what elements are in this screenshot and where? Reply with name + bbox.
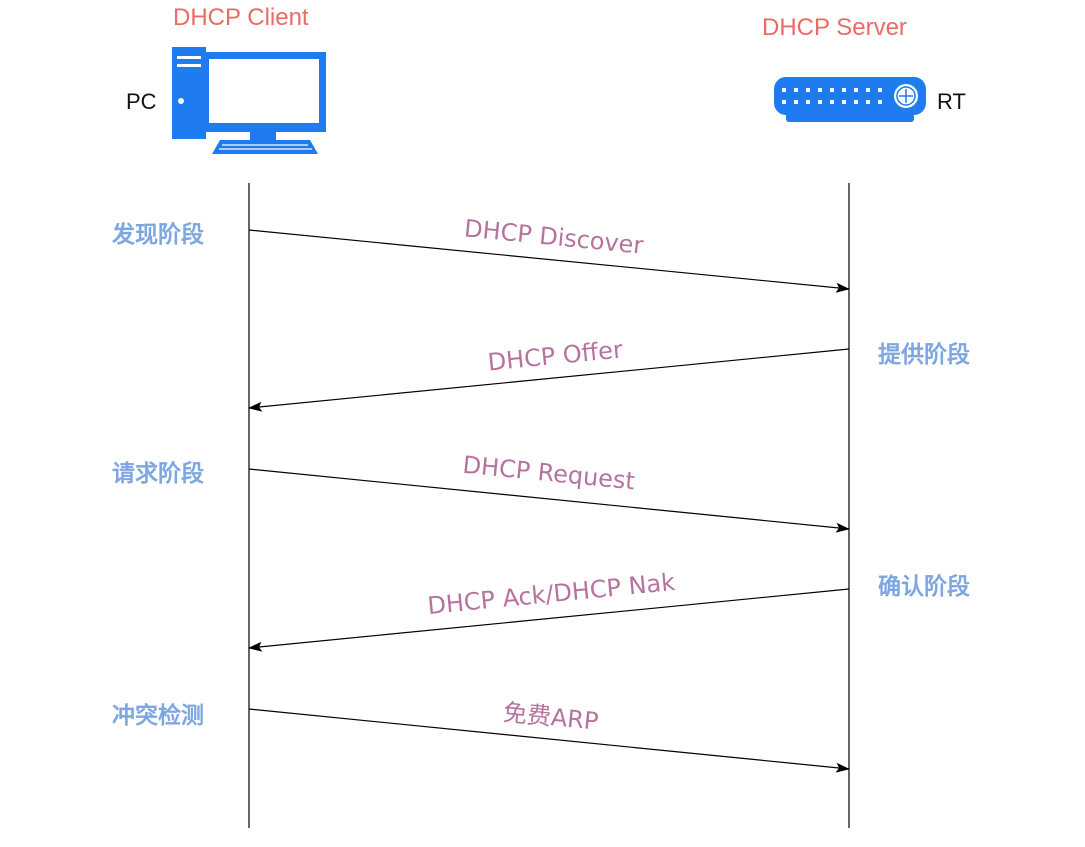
message-label-ack: DHCP Ack/DHCP Nak [426,568,676,620]
message-gratuitous-arp: 免费ARP [248,698,850,773]
message-offer: DHCP Offer [248,335,850,412]
pc-icon [172,47,326,154]
message-request: DHCP Request [248,451,850,533]
dhcp-sequence-diagram: DHCP Discover DHCP Offer DHCP Request DH… [172,47,926,828]
message-label-gratuitous-arp: 免费ARP [502,698,600,735]
router-icon [774,77,926,122]
message-label-request: DHCP Request [461,451,636,496]
message-ack: DHCP Ack/DHCP Nak [248,568,850,652]
message-label-offer: DHCP Offer [486,335,624,376]
message-discover: DHCP Discover [248,214,850,293]
message-label-discover: DHCP Discover [463,214,645,259]
